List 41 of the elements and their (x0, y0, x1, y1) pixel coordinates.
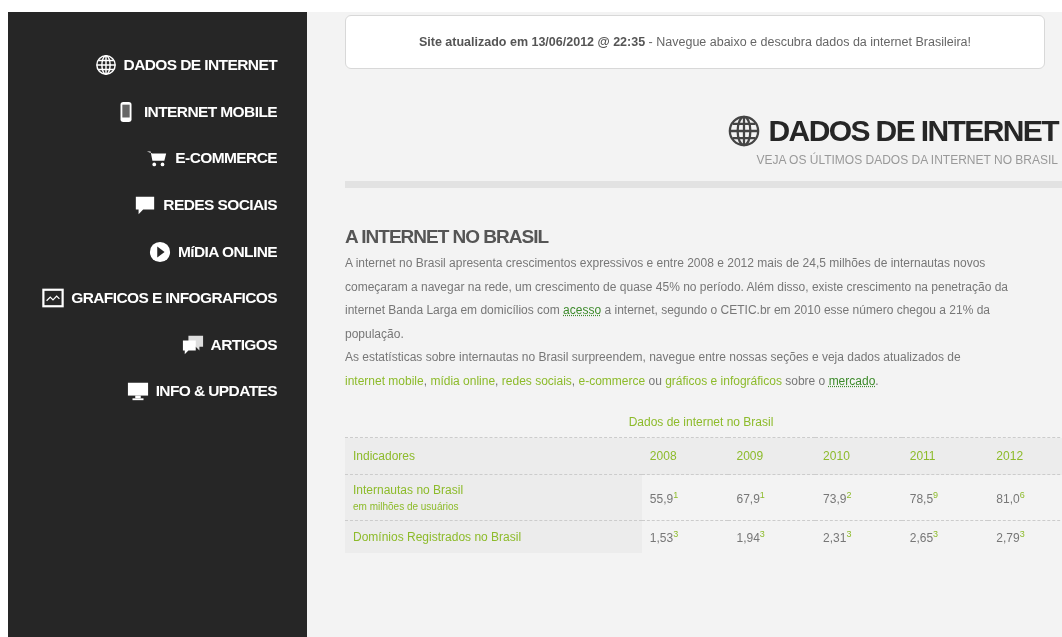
table-cell: 81,0$^{6}$ (996, 491, 1025, 506)
section-title: A INTERNET NO BRASIL (345, 226, 550, 248)
chart-icon (42, 287, 65, 310)
column-header: Indicadores (353, 449, 416, 463)
nav-link[interactable]: GRAFICOS E INFOGRAFICOS (42, 274, 277, 322)
nav-link[interactable]: MíDIA ONLINE (149, 228, 277, 275)
table-cell: 1,53$^{3}$ (649, 531, 679, 545)
speech-bubbles-icon (181, 333, 204, 356)
link[interactable]: acesso (563, 303, 602, 317)
nav-link[interactable]: DADOS DE INTERNET (94, 42, 277, 89)
column-header: 2008 (649, 449, 677, 463)
table-cell: 1,94$^{3}$ (736, 531, 765, 545)
nav-link[interactable]: REDES SOCIAIS (134, 181, 277, 229)
column-header: 2012 (996, 449, 1024, 463)
table-cell: 2,31$^{3}$ (823, 531, 852, 545)
indicator-label: Domínios Registrados no Brasil (353, 530, 523, 544)
column-header: 2011 (909, 449, 936, 463)
nav-link[interactable]: E-COMMERCE (146, 135, 277, 182)
play-icon (149, 240, 171, 263)
indicator-label: Internautas no Brasil (353, 483, 465, 497)
table-cell: 2,65$^{3}$ (909, 531, 939, 545)
table-cell: 55,9$^{1}$ (649, 491, 679, 506)
globe-icon (726, 114, 761, 148)
banner-text: Site atualizado em 13/06/2012 @ 22:35 - Navegue abaixo e descubra dados da internet Brasileira! (418, 35, 972, 49)
nav-link[interactable]: INFO & UPDATES (126, 368, 277, 415)
intro-paragraph: A internet no Brasil apresenta crescimentos expressivos e entre 2008 e 2012 mais de 24,5 milhões de internautas novos começaram a navegar na rede, um crescimento de quase 45% no período. Além disso, existe crescimento na penetração da internet Banda Larga em domicílios com acesso a internet, segundo o CETIC.br em 2010 esse número chegou a 21% da população. (345, 255, 1010, 343)
globe-icon (94, 54, 117, 77)
table-caption: Dados de internet no Brasil (627, 415, 775, 429)
page-title: DADOS DE INTERNET (768, 113, 1058, 149)
table-cell: 67,9$^{1}$ (736, 491, 765, 506)
page-subtitle: VEJA OS ÚLTIMOS DADOS DA INTERNET NO BRASIL (755, 153, 1058, 167)
table-cell: 73,9$^{2}$ (823, 491, 852, 506)
table-cell: 78,5$^{9}$ (909, 491, 939, 506)
nav-link[interactable]: ARTIGOS (181, 321, 277, 369)
table-cell: 2,79$^{3}$ (996, 531, 1025, 545)
column-header: 2009 (736, 449, 764, 463)
monitor-icon (126, 380, 149, 403)
intro-paragraph: As estatísticas sobre internautas no Brasil surpreendem, navegue entre nossas seções e veja dados atualizados de internet mobile, mídia online, redes sociais, e-commerce ou gráficos e infográficos sobre o mercado. (345, 349, 962, 390)
nav-link[interactable]: INTERNET MOBILE (114, 88, 277, 136)
indicator-note: em milhões de usuários (353, 501, 460, 512)
column-header: 2010 (823, 449, 850, 463)
